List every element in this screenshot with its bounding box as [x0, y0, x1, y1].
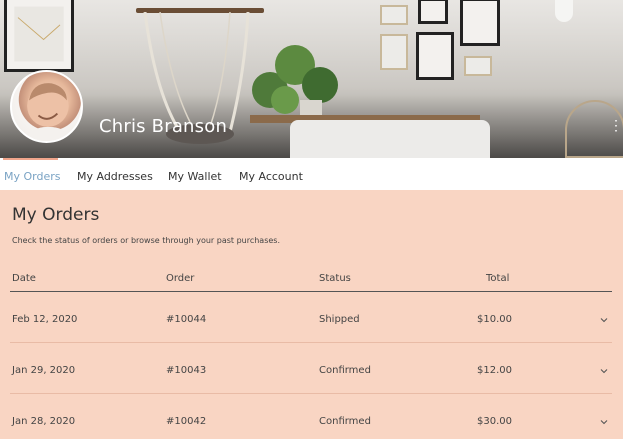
wall-frame-medium [416, 32, 454, 80]
column-header-order: Order [166, 273, 195, 284]
page-subtitle: Check the status of orders or browse thr… [12, 236, 281, 245]
order-number: #10042 [166, 416, 207, 427]
tab-my-account[interactable]: My Account [239, 158, 303, 190]
tab-my-orders[interactable]: My Orders [3, 158, 61, 190]
column-header-date: Date [12, 273, 36, 284]
wall-frame-small-4 [464, 56, 492, 76]
wall-frame-small-3 [380, 34, 408, 70]
table-row[interactable]: Feb 12, 2020 #10044 Shipped $10.00 [0, 292, 623, 343]
page-title: My Orders [12, 205, 100, 225]
order-date: Jan 28, 2020 [12, 416, 76, 427]
more-vertical-icon[interactable]: ⋮ [609, 118, 623, 140]
account-tabs: My Orders My Addresses My Wallet My Acco… [0, 158, 623, 190]
pendant-lamp [555, 0, 573, 22]
order-status: Confirmed [319, 416, 371, 427]
chevron-down-icon[interactable] [598, 365, 610, 377]
order-number: #10043 [166, 365, 207, 376]
order-date: Feb 12, 2020 [12, 314, 78, 325]
order-status: Confirmed [319, 365, 371, 376]
wall-frame-small-1 [380, 5, 408, 25]
profile-banner: Chris Branson ⋮ [0, 0, 623, 158]
tab-my-addresses[interactable]: My Addresses [77, 158, 153, 190]
orders-panel: My Orders Check the status of orders or … [0, 190, 623, 439]
table-row[interactable]: Jan 28, 2020 #10042 Confirmed $30.00 [0, 394, 623, 439]
column-header-status: Status [319, 273, 351, 284]
chevron-down-icon[interactable] [598, 314, 610, 326]
sofa [290, 120, 490, 158]
order-total: $12.00 [477, 365, 512, 376]
order-total: $10.00 [477, 314, 512, 325]
chevron-down-icon[interactable] [598, 416, 610, 428]
wall-frame-small-2 [418, 0, 448, 24]
order-status: Shipped [319, 314, 360, 325]
wall-frame-large [4, 0, 74, 72]
column-header-total: Total [486, 273, 510, 284]
tab-my-wallet[interactable]: My Wallet [168, 158, 222, 190]
table-row[interactable]: Jan 29, 2020 #10043 Confirmed $12.00 [0, 343, 623, 394]
order-total: $30.00 [477, 416, 512, 427]
avatar[interactable] [10, 70, 83, 143]
plant-decoration [252, 45, 338, 120]
profile-name: Chris Branson [99, 116, 228, 137]
order-number: #10044 [166, 314, 207, 325]
order-date: Jan 29, 2020 [12, 365, 76, 376]
wall-frame-tall [460, 0, 500, 46]
